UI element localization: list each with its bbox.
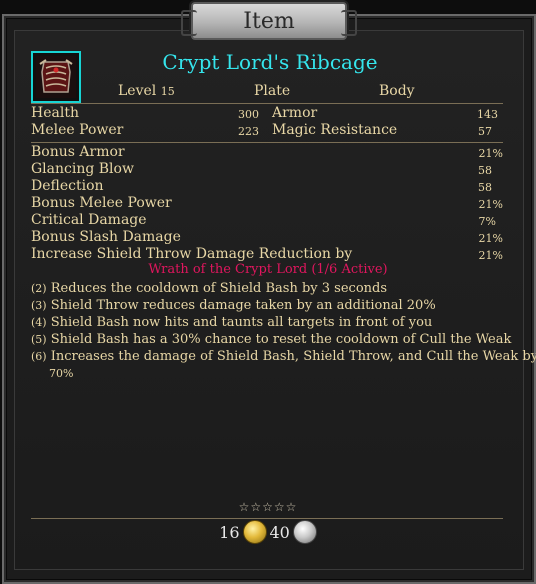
stat-glancing-blow-label: Glancing Blow [31, 161, 134, 177]
window-title: Item [181, 2, 357, 40]
separator [31, 518, 503, 519]
rating-stars: ☆☆☆☆☆ [238, 500, 298, 514]
stat-glancing-blow-value: 58 [478, 164, 492, 177]
stat-deflection-value: 58 [478, 181, 492, 194]
sell-price: 16 40 [0, 520, 536, 544]
item-level-label: Level [118, 83, 157, 99]
stat-shield-throw-dr-value: 21% [478, 249, 503, 262]
stat-bonus-slash-damage-value: 21% [478, 232, 503, 245]
item-level-value: 15 [160, 85, 175, 98]
stat-magic-resistance-value: 57 [478, 125, 492, 138]
set-bonus-text: Shield Bash has a 30% chance to reset th… [50, 332, 512, 347]
set-bonus-text: Shield Throw reduces damage taken by an … [50, 298, 436, 313]
set-bonus-text: Shield Bash now hits and taunts all targ… [50, 315, 433, 330]
set-bonus-6: (6) Increases the damage of Shield Bash,… [31, 349, 536, 364]
stat-critical-damage-value: 7% [478, 215, 496, 228]
gold-coin-icon [242, 520, 267, 544]
set-bonus-text-continued: 70% [49, 367, 74, 380]
stat-critical-damage-label: Critical Damage [31, 212, 147, 228]
set-bonus-req: (3) [31, 299, 47, 312]
stat-bonus-armor-label: Bonus Armor [31, 144, 125, 160]
set-bonus-4: (4) Shield Bash now hits and taunts all … [31, 315, 432, 330]
stat-bonus-armor-value: 21% [478, 147, 503, 160]
stat-bonus-melee-power-value: 21% [478, 198, 503, 211]
stat-shield-throw-dr-label: Increase Shield Throw Damage Reduction b… [31, 246, 353, 262]
stat-bonus-melee-power-label: Bonus Melee Power [31, 195, 172, 211]
stat-health-value: 300 [238, 108, 259, 121]
set-bonus-text: Reduces the cooldown of Shield Bash by 3… [50, 281, 388, 296]
stat-magic-resistance-label: Magic Resistance [272, 122, 398, 138]
stat-armor-value: 143 [477, 108, 498, 121]
set-bonus-5: (5) Shield Bash has a 30% chance to rese… [31, 332, 511, 347]
item-level: Level 15 [118, 83, 175, 99]
set-bonus-3: (3) Shield Throw reduces damage taken by… [31, 298, 436, 313]
set-bonus-req: (5) [31, 333, 47, 346]
separator [31, 142, 503, 143]
set-bonus-req: (2) [31, 282, 47, 295]
gold-amount: 16 [219, 522, 240, 542]
separator [31, 103, 503, 104]
stat-melee-power-value: 223 [238, 125, 259, 138]
item-slot: Body [379, 83, 415, 99]
set-name: Wrath of the Crypt Lord (1/6 Active) [148, 262, 388, 277]
silver-coin-icon [292, 520, 317, 544]
set-bonus-2: (2) Reduces the cooldown of Shield Bash … [31, 281, 387, 296]
item-name: Crypt Lord's Ribcage [162, 50, 378, 74]
set-bonus-req: (4) [31, 316, 47, 329]
stat-health-label: Health [31, 105, 79, 121]
stat-bonus-slash-damage-label: Bonus Slash Damage [31, 229, 181, 245]
item-type: Plate [254, 83, 291, 99]
silver-amount: 40 [269, 522, 290, 542]
window-title-text: Item [243, 8, 295, 34]
set-bonus-text: Increases the damage of Shield Bash, Shi… [50, 349, 536, 364]
stat-deflection-label: Deflection [31, 178, 104, 194]
stat-armor-label: Armor [272, 105, 318, 121]
stat-melee-power-label: Melee Power [31, 122, 124, 138]
set-bonus-req: (6) [31, 350, 47, 363]
set-bonus-6-continued: 70% [49, 366, 73, 381]
